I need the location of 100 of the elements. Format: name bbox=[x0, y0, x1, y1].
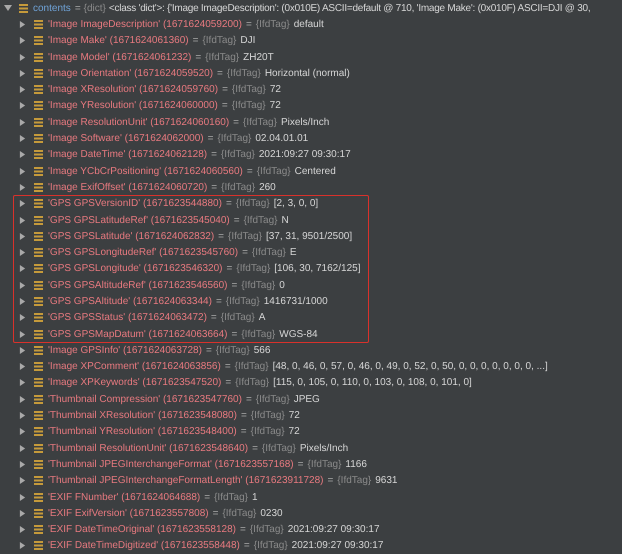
list-icon bbox=[34, 378, 43, 388]
entry-key: 'GPS GPSLongitude' (1671623546320) bbox=[48, 263, 223, 274]
tree-toggle-icon[interactable] bbox=[19, 346, 26, 354]
tree-toggle-icon[interactable] bbox=[19, 70, 26, 77]
entry-key: 'Image DateTime' (1671624062128) bbox=[48, 149, 208, 160]
tree-toggle-icon[interactable] bbox=[19, 151, 26, 158]
list-icon bbox=[34, 444, 43, 453]
type-label: {IfdTag} bbox=[226, 68, 261, 79]
tree-toggle-icon[interactable] bbox=[19, 298, 26, 305]
equals-sign: = bbox=[242, 247, 248, 258]
entry-value: 72 bbox=[270, 100, 281, 112]
tree-toggle-icon[interactable] bbox=[19, 363, 26, 370]
list-icon bbox=[34, 492, 43, 502]
entry-key: 'GPS GPSLongitudeRef' (1671623545760) bbox=[48, 247, 238, 258]
type-label: {IfdTag} bbox=[220, 149, 255, 160]
tree-toggle-icon[interactable] bbox=[19, 282, 26, 289]
type-label: {IfdTag} bbox=[232, 100, 266, 112]
tree-toggle-icon[interactable] bbox=[19, 494, 26, 501]
tree-toggle-icon[interactable] bbox=[19, 200, 26, 208]
tree-toggle-icon[interactable] bbox=[19, 542, 26, 550]
entry-key: 'EXIF DateTimeDigitized' (1671623558448) bbox=[48, 540, 240, 552]
entry-value: Centered bbox=[294, 166, 336, 177]
tree-toggle-icon[interactable] bbox=[19, 526, 26, 534]
tree-toggle-icon[interactable] bbox=[19, 102, 26, 110]
entry-value: 2021:09:27 09:30:17 bbox=[258, 149, 351, 160]
tree-toggle-icon[interactable] bbox=[4, 4, 12, 12]
tree-toggle-icon[interactable] bbox=[19, 216, 26, 224]
equals-sign: = bbox=[204, 492, 210, 503]
tree-toggle-icon[interactable] bbox=[19, 428, 26, 436]
entry-key: 'EXIF FNumber' (1671624064688) bbox=[48, 492, 200, 503]
list-icon bbox=[34, 134, 43, 144]
list-icon bbox=[34, 101, 43, 110]
entry-key: 'Image YResolution' (1671624060000) bbox=[48, 100, 218, 112]
list-icon bbox=[34, 362, 43, 372]
entry-key: 'Image ExifOffset' (1671624060720) bbox=[48, 182, 208, 193]
entry-key: 'Image Model' (1671624061232) bbox=[48, 52, 192, 63]
tree-toggle-icon[interactable] bbox=[19, 379, 26, 386]
tree-toggle-icon[interactable] bbox=[19, 396, 26, 403]
tree-toggle-icon[interactable] bbox=[19, 330, 26, 338]
entry-value: [37, 31, 9501/2500] bbox=[266, 230, 352, 242]
type-label: {IfdTag} bbox=[256, 166, 291, 177]
entry-value: 72 bbox=[288, 426, 300, 438]
tree-toggle-icon[interactable] bbox=[19, 135, 26, 142]
tree-toggle-icon[interactable] bbox=[19, 249, 26, 256]
tree-toggle-icon[interactable] bbox=[19, 232, 26, 240]
type-label: {IfdTag} bbox=[307, 458, 342, 470]
tree-toggle-icon[interactable] bbox=[19, 477, 26, 484]
type-label: {dict} bbox=[84, 2, 106, 14]
tree-toggle-icon[interactable] bbox=[19, 265, 26, 272]
tree-toggle-icon[interactable] bbox=[19, 412, 26, 420]
entry-key: 'Thumbnail XResolution' (1671623548080) bbox=[48, 410, 237, 422]
equals-sign: = bbox=[231, 328, 238, 340]
list-icon bbox=[34, 248, 43, 258]
tree-toggle-icon[interactable] bbox=[19, 460, 26, 468]
list-icon bbox=[34, 411, 43, 420]
type-label: {IfdTag} bbox=[205, 52, 240, 63]
entry-value: 1166 bbox=[345, 458, 367, 470]
tree-toggle-icon[interactable] bbox=[19, 54, 26, 61]
type-label: {IfdTag} bbox=[241, 280, 276, 291]
list-icon bbox=[34, 118, 43, 127]
tree-toggle-icon[interactable] bbox=[19, 444, 26, 452]
equals-sign: = bbox=[206, 344, 212, 356]
tree-toggle-icon[interactable] bbox=[19, 168, 26, 175]
type-label: {IfdTag} bbox=[234, 361, 269, 372]
equals-sign: = bbox=[74, 2, 81, 14]
equals-sign: = bbox=[208, 133, 214, 144]
tree-toggle-icon[interactable] bbox=[19, 118, 26, 126]
entry-value: 72 bbox=[270, 84, 281, 96]
entry-value: 260 bbox=[259, 182, 276, 193]
list-icon bbox=[34, 476, 43, 486]
entry-value: ZH20T bbox=[243, 52, 274, 63]
tree-toggle-icon[interactable] bbox=[19, 37, 26, 44]
tree-toggle-icon[interactable] bbox=[19, 510, 26, 517]
type-label: {IfdTag} bbox=[220, 312, 255, 324]
list-icon bbox=[34, 20, 43, 29]
equals-sign: = bbox=[211, 182, 218, 193]
entry-value: Horizontal (normal) bbox=[264, 68, 350, 79]
variable-name: contents bbox=[33, 2, 71, 14]
entry-key: 'Thumbnail ResolutionUnit' (1671623548640) bbox=[48, 442, 248, 454]
equals-sign: = bbox=[222, 84, 228, 96]
list-icon bbox=[34, 508, 43, 518]
equals-sign: = bbox=[246, 166, 253, 177]
entry-value: 72 bbox=[288, 410, 300, 422]
type-label: {IfdTag} bbox=[216, 344, 250, 356]
entry-key: 'Image Orientation' (1671624059520) bbox=[48, 68, 214, 79]
type-label: {IfdTag} bbox=[252, 247, 286, 258]
entry-key: 'Image YCbCrPositioning' (1671624060560) bbox=[48, 166, 243, 177]
type-label: {IfdTag} bbox=[217, 133, 252, 144]
tree-toggle-icon[interactable] bbox=[19, 314, 26, 322]
list-icon bbox=[34, 52, 43, 62]
entry-key: 'GPS GPSMapDatum' (1671624063664) bbox=[48, 328, 228, 340]
equals-sign: = bbox=[226, 198, 232, 210]
tree-toggle-icon[interactable] bbox=[19, 20, 26, 28]
equals-sign: = bbox=[240, 410, 247, 422]
tree-toggle-icon[interactable] bbox=[19, 184, 26, 191]
entry-value: 02.04.01.01 bbox=[255, 133, 308, 144]
type-label: {IfdTag} bbox=[236, 263, 270, 274]
tree-toggle-icon[interactable] bbox=[19, 86, 26, 94]
list-icon bbox=[34, 330, 43, 339]
list-icon bbox=[34, 313, 43, 322]
